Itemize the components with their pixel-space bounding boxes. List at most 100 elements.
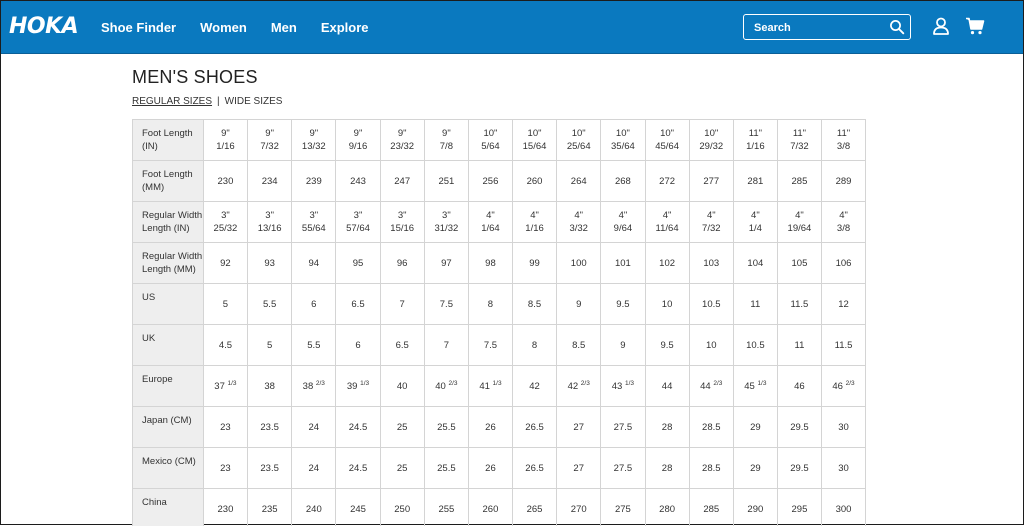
cell-fraction: 1/3 — [757, 379, 766, 386]
cell-fraction: 11/64 — [646, 222, 689, 235]
cell-fraction: 19/64 — [778, 222, 821, 235]
cell-fraction: 3/8 — [822, 222, 865, 235]
table-cell: 8 — [512, 325, 556, 366]
hoka-logo[interactable]: HOKA — [9, 15, 78, 39]
table-cell: 30 — [822, 407, 866, 448]
cell-fraction: 1/64 — [469, 222, 512, 235]
table-row: Foot Length (MM)230234239243247251256260… — [133, 161, 866, 202]
table-row: Regular Width Length (IN)3"25/323"13/163… — [133, 202, 866, 243]
table-cell: 10"29/32 — [689, 120, 733, 161]
table-cell: 3"25/32 — [203, 202, 247, 243]
size-chart-table-container[interactable]: Foot Length (IN)9"1/169"7/329"13/329"9/1… — [132, 119, 866, 526]
table-cell: 29 — [733, 407, 777, 448]
table-cell: 26.5 — [512, 448, 556, 489]
table-cell: 268 — [601, 161, 645, 202]
search-icon[interactable] — [889, 19, 905, 35]
cell-whole: 4" — [778, 209, 821, 222]
table-cell: 277 — [689, 161, 733, 202]
table-cell: 40 — [380, 366, 424, 407]
table-cell: 101 — [601, 243, 645, 284]
table-row: Japan (CM)2323.52424.52525.52626.52727.5… — [133, 407, 866, 448]
nav-women[interactable]: Women — [200, 20, 247, 35]
cell-whole: 4" — [513, 209, 556, 222]
row-header: Regular Width Length (MM) — [133, 243, 204, 284]
table-cell: 27.5 — [601, 407, 645, 448]
cell-whole: 9" — [204, 127, 247, 140]
table-cell: 265 — [512, 489, 556, 526]
table-row: Europe37 1/33838 2/339 1/34040 2/341 1/3… — [133, 366, 866, 407]
table-cell: 4"11/64 — [645, 202, 689, 243]
table-cell: 10.5 — [733, 325, 777, 366]
page-title: MEN'S SHOES — [132, 67, 258, 88]
row-header: Foot Length (MM) — [133, 161, 204, 202]
cell-whole: 4" — [734, 209, 777, 222]
table-cell: 97 — [424, 243, 468, 284]
table-cell: 247 — [380, 161, 424, 202]
cell-whole: 43 — [612, 381, 623, 392]
size-tabs: REGULAR SIZES|WIDE SIZES — [132, 96, 282, 107]
table-cell: 29.5 — [777, 407, 821, 448]
row-header: Foot Length (IN) — [133, 120, 204, 161]
table-cell: 38 2/3 — [292, 366, 336, 407]
cell-whole: 40 — [435, 381, 446, 392]
nav-men[interactable]: Men — [271, 20, 297, 35]
table-cell: 27 — [557, 407, 601, 448]
table-cell: 3"13/16 — [248, 202, 292, 243]
table-cell: 29 — [733, 448, 777, 489]
cell-whole: 39 — [347, 381, 358, 392]
table-cell: 27 — [557, 448, 601, 489]
table-cell: 5.5 — [292, 325, 336, 366]
table-cell: 3"31/32 — [424, 202, 468, 243]
cell-whole: 9" — [425, 127, 468, 140]
table-cell: 4"3/8 — [822, 202, 866, 243]
cell-whole: 9" — [248, 127, 291, 140]
cell-fraction: 3/32 — [557, 222, 600, 235]
row-header: Mexico (CM) — [133, 448, 204, 489]
table-cell: 9"7/8 — [424, 120, 468, 161]
cell-whole: 10" — [513, 127, 556, 140]
cell-fraction: 1/3 — [360, 379, 369, 386]
table-cell: 94 — [292, 243, 336, 284]
tab-regular-sizes[interactable]: REGULAR SIZES — [132, 96, 212, 107]
table-cell: 10.5 — [689, 284, 733, 325]
table-cell: 4"9/64 — [601, 202, 645, 243]
cell-whole: 4" — [469, 209, 512, 222]
cart-icon[interactable] — [965, 16, 985, 36]
table-cell: 92 — [203, 243, 247, 284]
table-cell: 7 — [424, 325, 468, 366]
table-cell: 8.5 — [512, 284, 556, 325]
table-cell: 38 — [248, 366, 292, 407]
cell-whole: 9" — [336, 127, 379, 140]
table-cell: 11"3/8 — [822, 120, 866, 161]
tab-wide-sizes[interactable]: WIDE SIZES — [225, 96, 283, 107]
cell-fraction: 23/32 — [381, 140, 424, 153]
table-cell: 255 — [424, 489, 468, 526]
nav-explore[interactable]: Explore — [321, 20, 369, 35]
cell-whole: 3" — [381, 209, 424, 222]
search-input[interactable] — [752, 19, 884, 37]
cell-fraction: 7/32 — [248, 140, 291, 153]
cell-whole: 42 — [568, 381, 579, 392]
cell-whole: 11" — [778, 127, 821, 140]
table-cell: 251 — [424, 161, 468, 202]
table-cell: 285 — [777, 161, 821, 202]
table-cell: 9"9/16 — [336, 120, 380, 161]
user-icon[interactable] — [931, 16, 951, 36]
cell-fraction: 35/64 — [601, 140, 644, 153]
cell-whole: 4" — [822, 209, 865, 222]
table-cell: 9"1/16 — [203, 120, 247, 161]
cell-fraction: 2/3 — [448, 379, 457, 386]
table-cell: 10"35/64 — [601, 120, 645, 161]
table-cell: 235 — [248, 489, 292, 526]
cell-fraction: 1/3 — [625, 379, 634, 386]
table-cell: 24.5 — [336, 407, 380, 448]
table-cell: 260 — [512, 161, 556, 202]
cell-whole: 3" — [204, 209, 247, 222]
table-cell: 26.5 — [512, 407, 556, 448]
cell-fraction: 7/32 — [778, 140, 821, 153]
cell-fraction: 2/3 — [581, 379, 590, 386]
table-cell: 98 — [468, 243, 512, 284]
table-cell: 10"25/64 — [557, 120, 601, 161]
table-row: Regular Width Length (MM)929394959697989… — [133, 243, 866, 284]
nav-shoe-finder[interactable]: Shoe Finder — [101, 20, 176, 35]
